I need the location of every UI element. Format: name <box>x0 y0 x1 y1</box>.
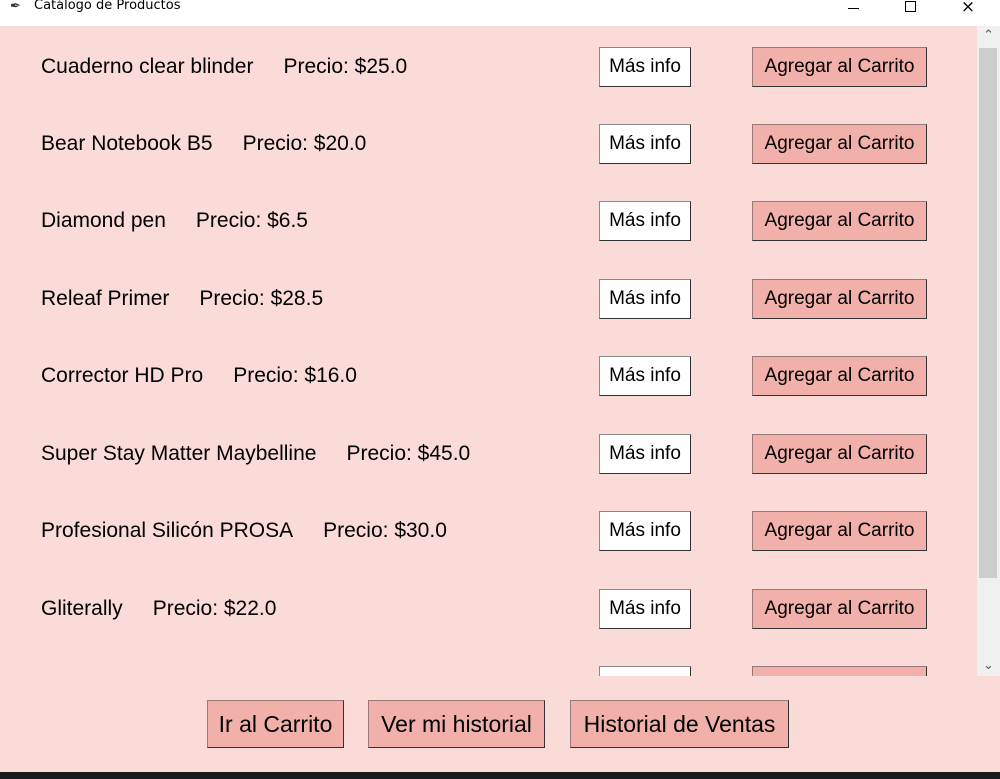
scroll-thumb[interactable] <box>979 48 997 578</box>
more-info-button[interactable]: Más info <box>599 434 691 474</box>
go-to-cart-button[interactable]: Ir al Carrito <box>207 700 344 748</box>
add-to-cart-button[interactable]: Agregar al Carrito <box>752 279 927 319</box>
product-row: Diamond pen Precio: $6.5 Más info Agregar… <box>0 201 977 241</box>
add-to-cart-button[interactable]: Agregar al Carrito <box>752 511 927 551</box>
minimize-button[interactable] <box>830 0 876 20</box>
more-info-button[interactable]: Más info <box>599 511 691 551</box>
add-to-cart-button[interactable]: Agregar al Carrito <box>752 434 927 474</box>
add-to-cart-button[interactable] <box>752 666 927 676</box>
product-price: Precio: $20.0 <box>242 132 367 155</box>
product-name: Releaf Primer <box>41 287 170 310</box>
maximize-button[interactable] <box>887 0 933 20</box>
close-button[interactable]: × <box>945 0 991 20</box>
more-info-button[interactable]: Más info <box>599 356 691 396</box>
product-price: Precio: $28.5 <box>199 287 324 310</box>
product-row: Gliterally Precio: $22.0 Más info Agregar… <box>0 589 977 629</box>
product-price: Precio: $45.0 <box>346 442 471 465</box>
more-info-button[interactable] <box>599 666 691 676</box>
add-to-cart-button[interactable]: Agregar al Carrito <box>752 589 927 629</box>
window-bottom-edge <box>0 772 1000 779</box>
more-info-button[interactable]: Más info <box>599 589 691 629</box>
product-list: Cuaderno clear blinder Precio: $25.0 Más … <box>0 26 977 676</box>
product-price: Precio: $16.0 <box>233 364 357 387</box>
maximize-icon <box>904 0 916 12</box>
product-price: Precio: $22.0 <box>152 597 277 620</box>
product-name: Cuaderno clear blinder <box>41 55 254 78</box>
product-name: Gliterally <box>41 597 123 620</box>
footer-actions: Ir al Carrito Ver mi historial Historial… <box>0 676 1000 772</box>
product-name: Profesional Silicón PROSA <box>41 519 294 542</box>
sales-history-button[interactable]: Historial de Ventas <box>570 700 789 748</box>
close-icon: × <box>960 0 976 17</box>
product-name: Super Stay Matter Maybelline <box>41 442 317 465</box>
product-row-partial <box>0 666 977 676</box>
title-bar: ✒ Catálogo de Productos × <box>0 0 1000 26</box>
product-price: Precio: $6.5 <box>195 209 308 232</box>
add-to-cart-button[interactable]: Agregar al Carrito <box>752 201 927 241</box>
more-info-button[interactable]: Más info <box>599 201 691 241</box>
scroll-down-icon[interactable]: ⌄ <box>977 656 1000 676</box>
add-to-cart-button[interactable]: Agregar al Carrito <box>752 124 927 164</box>
product-row: Corrector HD Pro Precio: $16.0 Más info A… <box>0 356 977 396</box>
view-history-button[interactable]: Ver mi historial <box>368 700 545 748</box>
minimize-icon <box>847 7 859 9</box>
product-name: Corrector HD Pro <box>41 364 204 387</box>
product-price: Precio: $25.0 <box>283 55 408 78</box>
window-title: Catálogo de Productos <box>34 0 181 13</box>
add-to-cart-button[interactable]: Agregar al Carrito <box>752 356 927 396</box>
add-to-cart-button[interactable]: Agregar al Carrito <box>752 47 927 87</box>
product-row: Profesional Silicón PROSA Precio: $30.0 M… <box>0 511 977 551</box>
scroll-up-icon[interactable]: ⌃ <box>977 26 1000 46</box>
product-row: Bear Notebook B5 Precio: $20.0 Más info A… <box>0 124 977 164</box>
more-info-button[interactable]: Más info <box>599 47 691 87</box>
feather-icon: ✒ <box>10 0 21 13</box>
product-price: Precio: $30.0 <box>323 519 447 542</box>
catalog-panel: Cuaderno clear blinder Precio: $25.0 Más … <box>0 26 1000 772</box>
product-row: Super Stay Matter Maybelline Precio: $45.… <box>0 434 977 474</box>
vertical-scrollbar[interactable]: ⌃ ⌄ <box>977 26 1000 676</box>
more-info-button[interactable]: Más info <box>599 124 691 164</box>
product-row: Releaf Primer Precio: $28.5 Más info Agre… <box>0 279 977 319</box>
product-row: Cuaderno clear blinder Precio: $25.0 Más … <box>0 47 977 87</box>
product-name: Bear Notebook B5 <box>41 132 213 155</box>
more-info-button[interactable]: Más info <box>599 279 691 319</box>
product-name: Diamond pen <box>41 209 166 232</box>
